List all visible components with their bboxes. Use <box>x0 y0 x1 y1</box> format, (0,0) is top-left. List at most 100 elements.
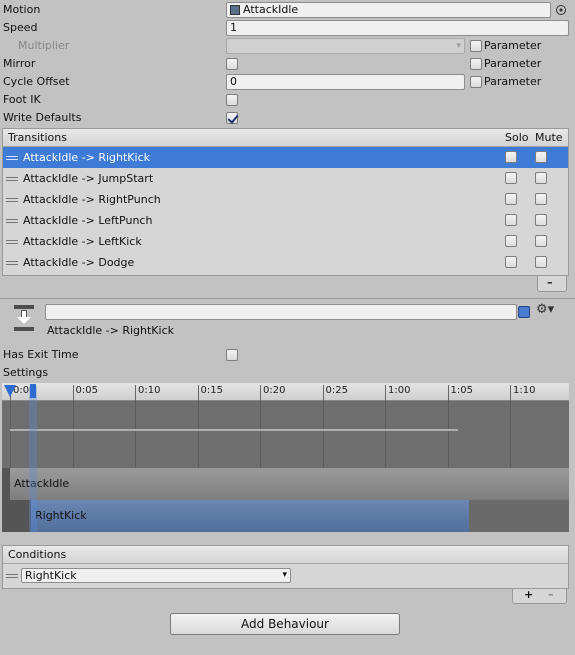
speed-field[interactable]: 1 <box>226 20 569 36</box>
speed-label: Speed <box>3 21 38 34</box>
timeline-tick-label: 0:20 <box>259 385 286 401</box>
mute-checkbox[interactable] <box>535 256 547 268</box>
drag-handle-icon[interactable] <box>6 198 18 202</box>
remove-transition-button[interactable]: – <box>547 276 553 289</box>
multiplier-parameter-label: Parameter <box>484 39 542 52</box>
dest-state-label: RightKick <box>35 509 87 522</box>
timeline-grid-line <box>447 401 449 468</box>
foot-ik-checkbox[interactable] <box>226 94 238 106</box>
transition-icon <box>14 305 34 331</box>
add-behaviour-button[interactable]: Add Behaviour <box>170 613 400 635</box>
has-exit-time-label: Has Exit Time <box>3 348 79 361</box>
transition-overlap-region[interactable] <box>29 386 37 532</box>
drag-handle-icon[interactable] <box>6 261 18 265</box>
transition-row[interactable]: AttackIdle -> LeftPunch <box>3 210 568 231</box>
multiplier-parameter-checkbox[interactable] <box>470 40 482 52</box>
mute-checkbox[interactable] <box>535 193 547 205</box>
transition-row[interactable]: AttackIdle -> Dodge <box>3 252 568 273</box>
mute-checkbox[interactable] <box>535 214 547 226</box>
transition-handle-icon[interactable] <box>30 384 36 398</box>
motion-label: Motion <box>3 3 41 16</box>
animation-clip-icon <box>230 5 240 15</box>
timeline-tick-label: 0:25 <box>322 385 348 401</box>
timeline-tracks: AttackIdle RightKick <box>2 468 569 532</box>
transition-name-label: AttackIdle -> RightKick <box>47 324 174 337</box>
write-defaults-checkbox[interactable] <box>226 112 238 124</box>
solo-checkbox[interactable] <box>505 214 517 226</box>
section-divider <box>0 298 575 299</box>
drag-handle-icon[interactable] <box>6 574 18 578</box>
timeline-ruler[interactable]: 0:00 0:05 0:10 0:15 0:20 0:25 1:00 1:05 1:10 <box>2 383 569 401</box>
timeline-grid-line <box>10 401 11 468</box>
timeline-graph[interactable] <box>2 401 569 468</box>
weight-curve <box>10 429 458 431</box>
mute-checkbox[interactable] <box>535 172 547 184</box>
dest-state-tail <box>469 500 569 532</box>
has-exit-time-checkbox[interactable] <box>226 349 238 361</box>
mute-checkbox[interactable] <box>535 235 547 247</box>
cycle-offset-field[interactable]: 0 <box>226 74 465 90</box>
transition-row[interactable]: AttackIdle -> LeftKick <box>3 231 568 252</box>
mirror-parameter-label: Parameter <box>484 57 542 70</box>
help-book-icon[interactable] <box>518 306 530 318</box>
chevron-down-icon: ▾ <box>282 570 287 580</box>
multiplier-label: Multiplier <box>18 39 70 52</box>
foot-ik-label: Foot IK <box>3 93 41 106</box>
timeline-grid-line <box>385 401 386 468</box>
condition-parameter-dropdown[interactable]: RightKick ▾ <box>21 568 291 583</box>
motion-value: AttackIdle <box>243 3 299 16</box>
chevron-down-icon: ▾ <box>456 41 461 51</box>
transition-row[interactable]: AttackIdle -> RightPunch <box>3 189 568 210</box>
solo-checkbox[interactable] <box>505 172 517 184</box>
mirror-checkbox[interactable] <box>226 58 238 70</box>
timeline-grid-line <box>260 401 261 468</box>
conditions-list: Conditions RightKick ▾ <box>2 545 569 589</box>
condition-row[interactable]: RightKick ▾ <box>3 565 568 586</box>
transitions-list: Transitions Solo Mute AttackIdle -> Righ… <box>2 128 569 276</box>
mute-checkbox[interactable] <box>535 151 547 163</box>
drag-handle-icon[interactable] <box>6 156 18 160</box>
drag-handle-icon[interactable] <box>6 240 18 244</box>
condition-parameter-value: RightKick <box>25 569 77 582</box>
solo-checkbox[interactable] <box>505 151 517 163</box>
timeline-tick-label: 0:05 <box>72 385 98 401</box>
transition-row[interactable]: AttackIdle -> JumpStart <box>3 168 568 189</box>
transition-row[interactable]: AttackIdle -> RightKick <box>3 147 568 168</box>
solo-checkbox[interactable] <box>505 256 517 268</box>
mute-column-header: Mute <box>535 131 563 144</box>
transitions-header: Transitions Solo Mute <box>3 129 568 147</box>
solo-checkbox[interactable] <box>505 193 517 205</box>
conditions-footer: + – <box>512 588 567 604</box>
mirror-parameter-checkbox[interactable] <box>470 58 482 70</box>
solo-checkbox[interactable] <box>505 235 517 247</box>
write-defaults-label: Write Defaults <box>3 111 82 124</box>
drag-handle-icon[interactable] <box>6 219 18 223</box>
conditions-title: Conditions <box>8 548 67 561</box>
cycle-offset-parameter-checkbox[interactable] <box>470 76 482 88</box>
multiplier-dropdown: ▾ <box>226 38 465 54</box>
gear-icon[interactable]: ⚙▾ <box>536 302 554 317</box>
dest-state-bar[interactable]: RightKick <box>31 500 469 532</box>
timeline-grid-line <box>72 401 74 468</box>
motion-field[interactable]: AttackIdle <box>226 2 551 18</box>
source-state-bar[interactable]: AttackIdle <box>10 468 569 500</box>
cycle-offset-parameter-label: Parameter <box>484 75 542 88</box>
transition-label: AttackIdle -> RightKick <box>23 151 150 164</box>
transition-label: AttackIdle -> RightPunch <box>23 193 161 206</box>
timeline-grid-line <box>510 401 511 468</box>
remove-condition-button[interactable]: – <box>548 588 554 601</box>
transition-name-field[interactable] <box>45 304 517 320</box>
add-condition-button[interactable]: + <box>524 588 533 601</box>
transition-label: AttackIdle -> LeftPunch <box>23 214 153 227</box>
timeline-tick-label: 1:10 <box>509 385 536 401</box>
transition-label: AttackIdle -> JumpStart <box>23 172 154 185</box>
solo-column-header: Solo <box>505 131 529 144</box>
source-state-label: AttackIdle <box>14 477 70 490</box>
cycle-offset-label: Cycle Offset <box>3 75 70 88</box>
timeline-tick-label: 1:05 <box>447 385 473 401</box>
timeline-grid-line <box>322 401 324 468</box>
drag-handle-icon[interactable] <box>6 177 18 181</box>
settings-foldout[interactable]: Settings <box>3 365 48 381</box>
object-picker-icon[interactable] <box>556 5 566 15</box>
playhead-marker-icon[interactable] <box>4 385 16 397</box>
